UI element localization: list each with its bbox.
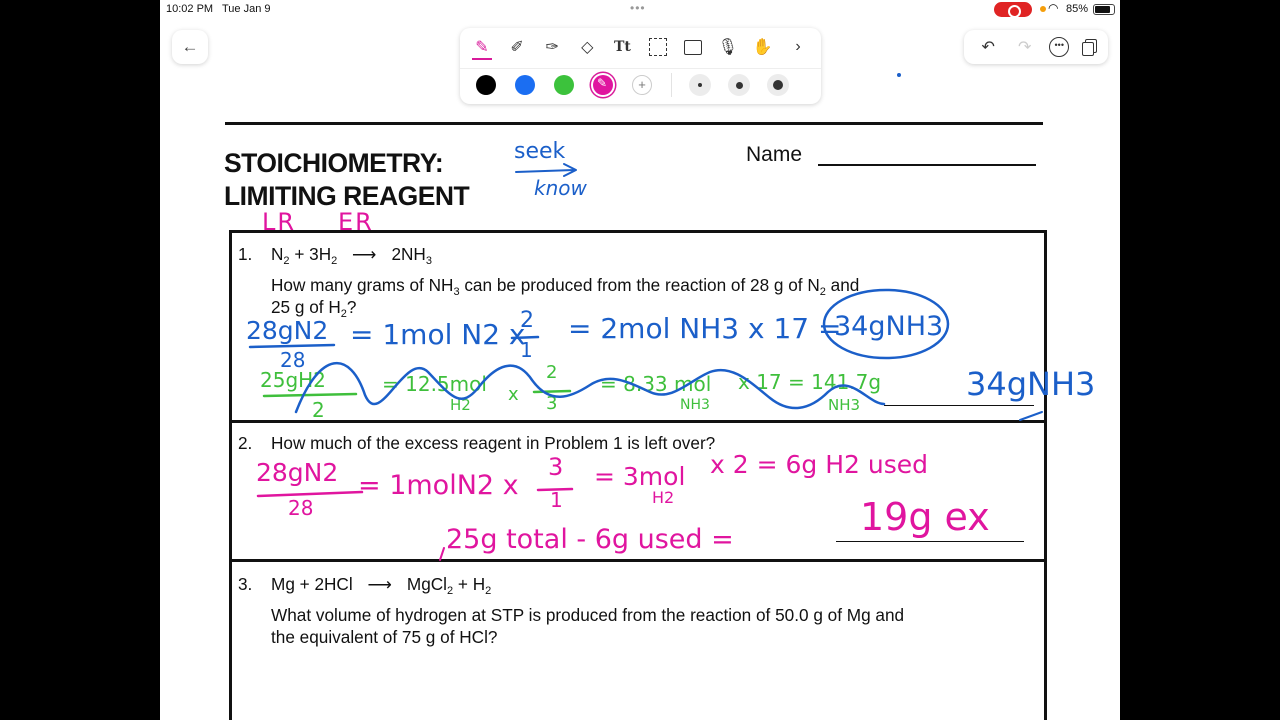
ink-q2-denominator: 28 bbox=[288, 496, 314, 520]
pen-icon[interactable]: ✎ bbox=[470, 36, 494, 60]
ink-q1g-step3-sub: NH3 bbox=[828, 396, 861, 414]
add-color-button[interactable]: + bbox=[632, 75, 652, 95]
ink-q1g-numerator: 25gH2 bbox=[260, 368, 326, 392]
stroke-size-large[interactable] bbox=[767, 74, 789, 96]
q1-number: 1. bbox=[238, 244, 253, 264]
ink-q2-line2: 25g total - 6g used = bbox=[446, 524, 734, 555]
wifi-icon: ◠ bbox=[1048, 1, 1059, 15]
tool-row: ✎ ✐ ✑ ◇ Tt 🎙 ✋ › bbox=[470, 36, 810, 60]
back-button[interactable]: ← bbox=[172, 30, 208, 64]
ipad-screen: 10:02 PM Tue Jan 9 ••• ◠ 85% ← ↶ ↷ ••• ✎… bbox=[160, 0, 1120, 720]
q3-number: 3. bbox=[238, 574, 253, 594]
ink-q2-answer: 19g ex bbox=[860, 495, 990, 539]
ink-know: know bbox=[534, 176, 587, 200]
divider-q2-q3 bbox=[229, 559, 1047, 562]
ink-q1g-step3: x 17 = 141.7g bbox=[738, 370, 882, 394]
ink-q1-answer-circled: 34gNH3 bbox=[834, 311, 944, 342]
eraser-icon[interactable]: ◇ bbox=[575, 36, 599, 58]
ink-q1g-x: x bbox=[508, 384, 519, 405]
color-row: + bbox=[476, 73, 806, 97]
ink-q2-step2-sub: H2 bbox=[652, 488, 675, 507]
battery-icon bbox=[1093, 4, 1115, 15]
color-swatch-black[interactable] bbox=[476, 75, 496, 95]
color-swatch-magenta[interactable] bbox=[593, 75, 613, 95]
ink-q1-denominator: 28 bbox=[280, 348, 306, 372]
pencil-icon[interactable]: ✐ bbox=[505, 36, 529, 58]
lasso-icon[interactable] bbox=[646, 36, 670, 58]
ink-q1-step2: = 2mol NH3 x 17 = bbox=[568, 312, 842, 345]
ink-q1-numerator: 28gN2 bbox=[246, 316, 329, 345]
ink-q1g-denominator: 2 bbox=[312, 398, 325, 422]
mic-indicator-icon bbox=[1040, 6, 1046, 12]
status-bar: 10:02 PM Tue Jan 9 ••• ◠ 85% bbox=[160, 0, 1120, 20]
pages-icon[interactable] bbox=[1081, 39, 1097, 56]
status-time: 10:02 PM bbox=[166, 3, 214, 15]
highlighter-icon[interactable]: ✑ bbox=[540, 36, 564, 58]
stroke-size-medium[interactable] bbox=[728, 74, 750, 96]
arrow-left-icon: ← bbox=[181, 37, 199, 56]
redo-icon[interactable]: ↷ bbox=[1013, 37, 1037, 57]
ink-seek: seek bbox=[514, 139, 566, 164]
ink-q2-step3: x 2 = 6g H2 used bbox=[710, 450, 928, 479]
name-label: Name bbox=[746, 143, 803, 166]
ink-q1-frac-den: 1 bbox=[520, 338, 533, 362]
ink-q1g-step1-sub: H2 bbox=[450, 396, 471, 414]
toolbar-divider bbox=[460, 68, 821, 69]
hand-icon[interactable]: ✋ bbox=[751, 36, 775, 58]
q3-equation: Mg + 2HCl ⟶ MgCl2 + H2 bbox=[271, 574, 492, 597]
name-blank bbox=[818, 164, 1036, 166]
more-icon[interactable]: ••• bbox=[1049, 37, 1070, 57]
text-icon[interactable]: Tt bbox=[610, 36, 634, 58]
battery-percent: 85% bbox=[1066, 3, 1089, 15]
multitasking-dots-icon[interactable]: ••• bbox=[630, 1, 646, 15]
ink-q1-frac-num: 2 bbox=[520, 308, 534, 333]
ink-q1g-step2: = 8.33 mol bbox=[600, 372, 712, 396]
markup-toolbar: ✎ ✐ ✑ ◇ Tt 🎙 ✋ › + bbox=[460, 28, 821, 104]
q1-equation: N2 + 3H2 ⟶ 2NH3 bbox=[271, 244, 432, 267]
ink-q2-step2: = 3mol bbox=[594, 462, 686, 491]
ink-q1g-frac-den: 3 bbox=[546, 393, 558, 414]
ink-q2-frac-num: 3 bbox=[548, 453, 564, 481]
q2-number: 2. bbox=[238, 433, 253, 453]
status-date: Tue Jan 9 bbox=[222, 3, 271, 15]
q2-text: How much of the excess reagent in Proble… bbox=[271, 433, 716, 453]
undo-icon[interactable]: ↶ bbox=[976, 37, 1000, 57]
chevron-right-icon[interactable]: › bbox=[786, 36, 810, 58]
ink-q2-numerator: 28gN2 bbox=[256, 458, 339, 487]
ink-er: ER bbox=[338, 208, 374, 236]
q2-answer-blank bbox=[836, 541, 1024, 543]
color-swatch-blue[interactable] bbox=[515, 75, 535, 95]
image-icon[interactable] bbox=[681, 36, 705, 58]
ink-q2-frac-den: 1 bbox=[550, 488, 563, 512]
ink-q1g-frac-num: 2 bbox=[546, 362, 558, 383]
top-rule bbox=[225, 122, 1043, 125]
q3-text-line2: the equivalent of 75 g of HCl? bbox=[271, 627, 498, 647]
screen-recording-icon[interactable] bbox=[994, 2, 1032, 18]
divider-q1-q2 bbox=[229, 420, 1047, 423]
document-actions: ↶ ↷ ••• bbox=[964, 30, 1108, 64]
microphone-icon[interactable]: 🎙 bbox=[716, 36, 740, 58]
ink-lr: LR bbox=[262, 208, 297, 236]
ink-q1g-step2-sub: NH3 bbox=[680, 397, 710, 413]
ink-q1-step1: = 1mol N2 x bbox=[350, 318, 526, 351]
ink-q2-step1: = 1molN2 x bbox=[358, 470, 519, 501]
worksheet-title-line1: STOICHIOMETRY: bbox=[224, 148, 444, 178]
ink-q1g-step1: = 12.5mol bbox=[382, 372, 487, 396]
q1-answer-blank bbox=[884, 405, 1034, 407]
q3-text-line1: What volume of hydrogen at STP is produc… bbox=[271, 605, 905, 625]
color-swatch-green[interactable] bbox=[554, 75, 574, 95]
separator bbox=[671, 73, 672, 97]
reaction-arrow-icon: ⟶ bbox=[367, 574, 393, 594]
q1-text-line1: How many grams of NH3 can be produced fr… bbox=[271, 275, 860, 298]
stroke-size-small[interactable] bbox=[689, 74, 711, 96]
reaction-arrow-icon: ⟶ bbox=[352, 244, 377, 264]
ink-q1-final: 34gNH3 bbox=[966, 365, 1096, 403]
